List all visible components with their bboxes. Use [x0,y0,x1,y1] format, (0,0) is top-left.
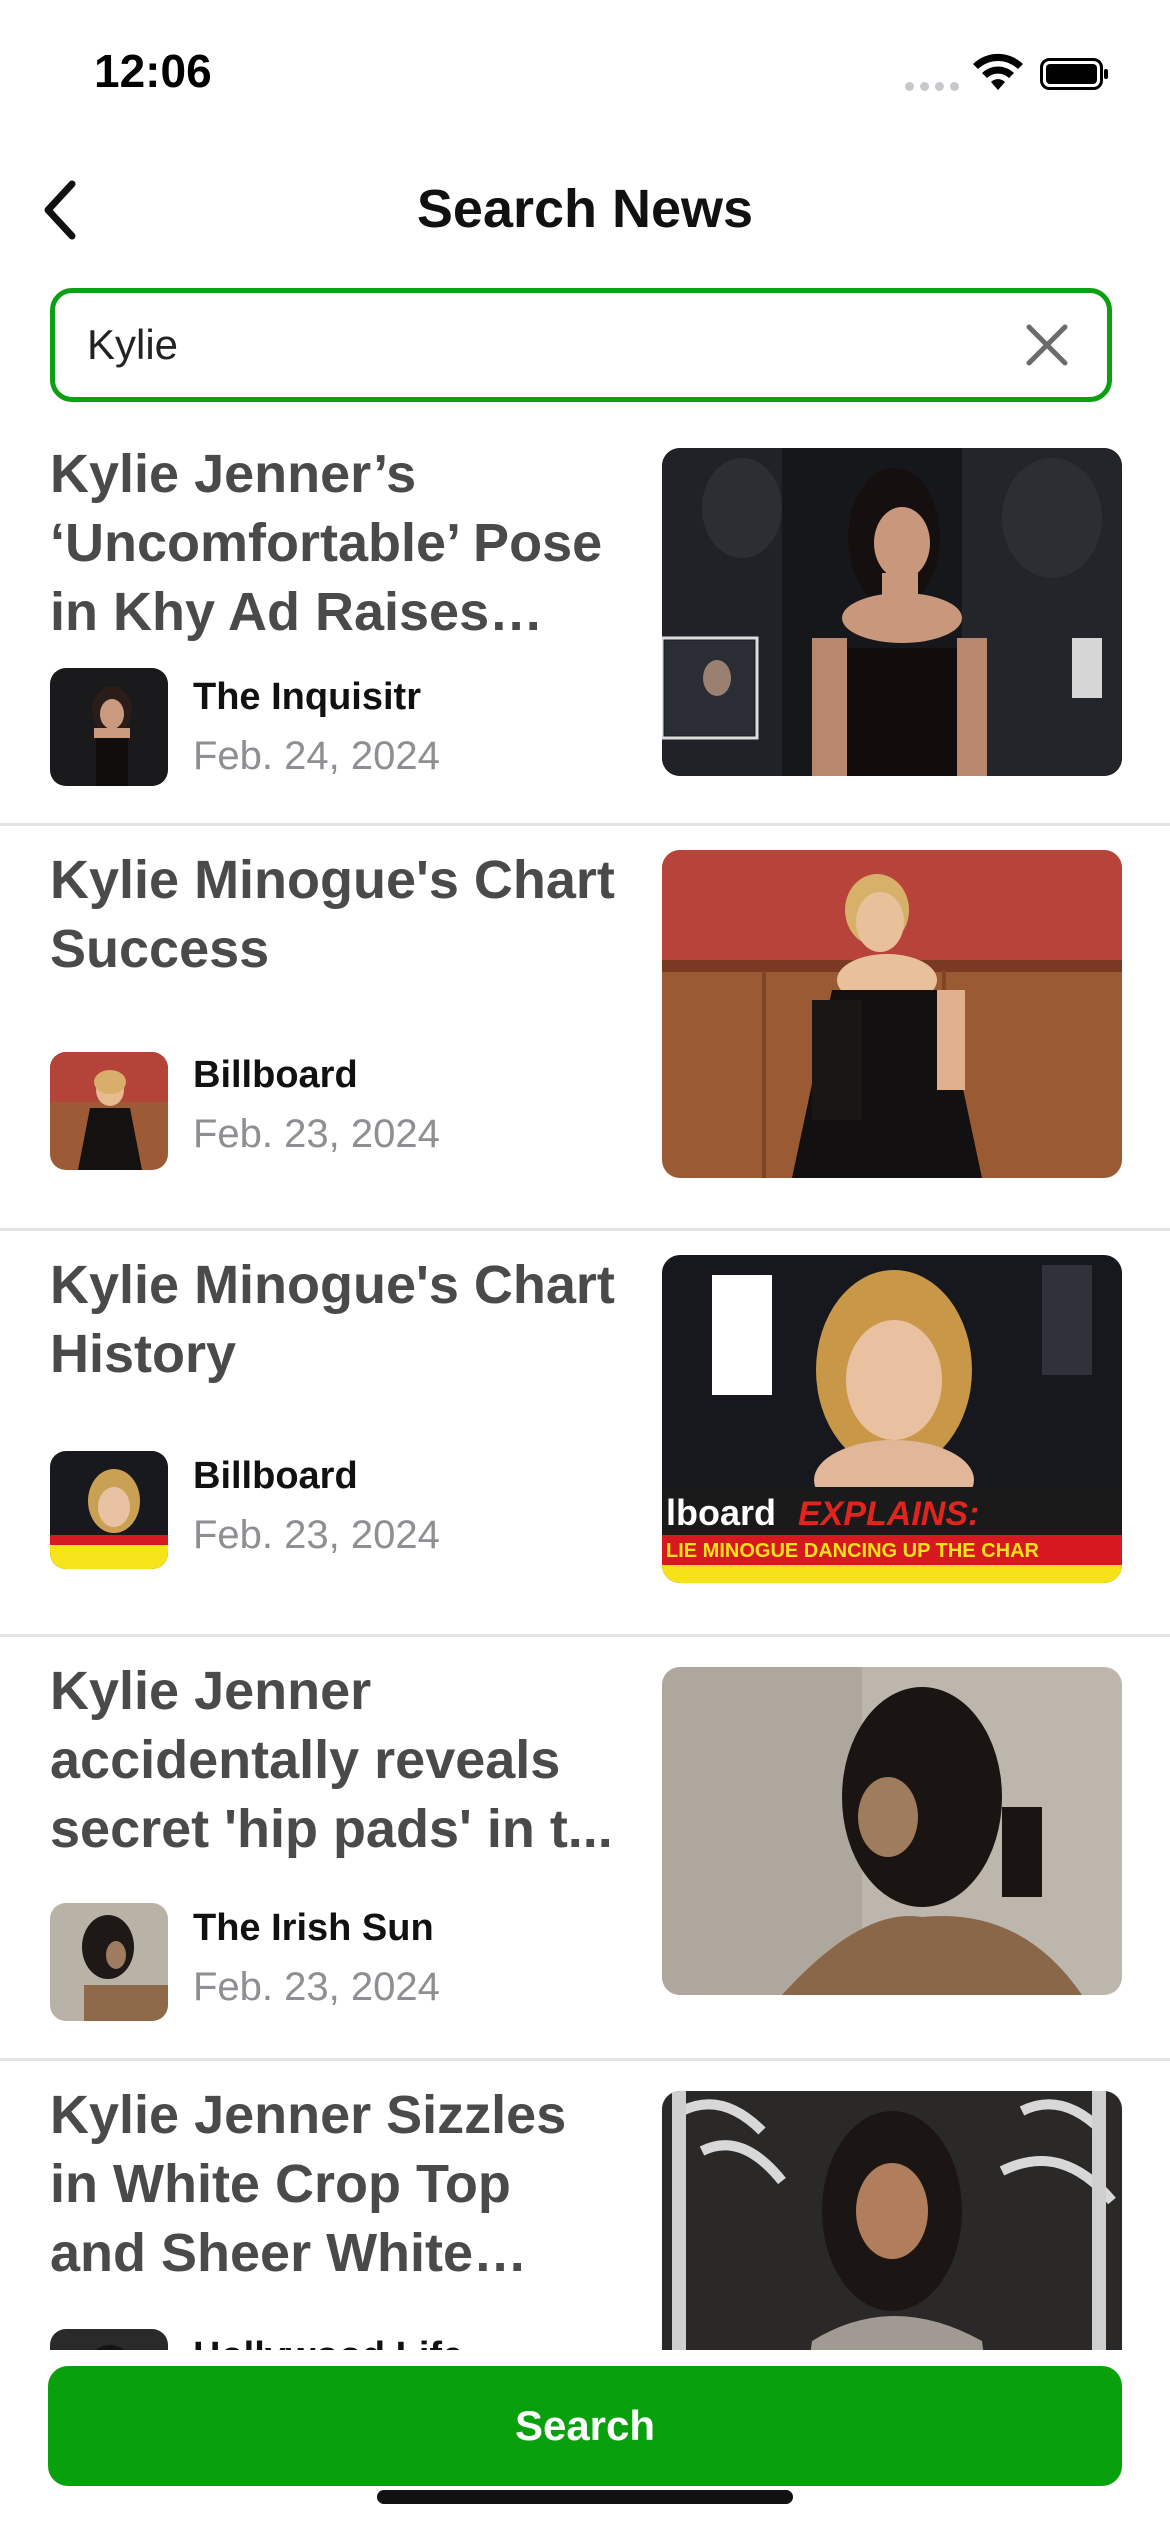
cellular-signal-icon [905,82,959,91]
bottom-bar: Search [0,2350,1170,2532]
article-title: Kylie Jenner accidentally reveals secret… [50,1661,613,1859]
article-item[interactable]: Kylie Jenner’s ‘Uncomfortable’ Pose in K… [0,420,1170,826]
article-image [662,1667,1122,1995]
source-name: Hollywood Life [193,2335,463,2350]
source-name: The Inquisitr [193,676,421,718]
article-image: lboard EXPLAINS: LIE MINOGUE DANCING UP … [662,1255,1122,1583]
article-date: Feb. 23, 2024 [193,1513,440,1557]
source-logo [50,2329,168,2350]
source-name: Billboard [193,1054,358,1096]
article-item[interactable]: Kylie Minogue's Chart Success Billboard … [0,826,1170,1231]
image-caption-text: LIE MINOGUE DANCING UP THE CHAR [666,1540,1040,1562]
article-title: Kylie Minogue's Chart History [50,1255,615,1384]
close-icon [1026,324,1068,366]
page-title: Search News [416,179,754,239]
article-date: Feb. 23, 2024 [193,1965,440,2009]
source-logo [50,1052,168,1170]
clear-search-button[interactable] [1017,315,1077,375]
status-bar: 12:06 [0,0,1170,140]
search-button[interactable]: Search [48,2366,1122,2486]
source-logo [50,1451,168,1569]
source-name: The Irish Sun [193,1907,434,1949]
article-date: Feb. 23, 2024 [193,1112,440,1156]
image-headline-text: EXPLAINS: [798,1495,979,1533]
article-image [662,850,1122,1178]
article-title: Kylie Jenner’s ‘Uncomfortable’ Pose in K… [50,444,603,642]
article-item[interactable]: Kylie Jenner accidentally reveals secret… [0,1637,1170,2061]
article-title: Kylie Jenner Sizzles in White Crop Top a… [50,2085,567,2283]
navigation-bar: Search News [0,160,1170,260]
article-image [662,2091,1122,2350]
article-item[interactable]: Kylie Minogue's Chart History Billboard … [0,1231,1170,1637]
status-time: 12:06 [94,45,212,97]
wifi-icon [973,53,1023,90]
source-name: Billboard [193,1455,358,1497]
battery-icon [1040,58,1108,90]
article-date: Feb. 24, 2024 [193,734,440,778]
results-list[interactable]: Kylie Jenner’s ‘Uncomfortable’ Pose in K… [0,420,1170,2350]
source-logo [50,1903,168,2021]
image-brand-text: lboard [666,1492,776,1533]
article-title: Kylie Minogue's Chart Success [50,850,615,979]
article-image [662,448,1122,776]
search-field[interactable] [50,288,1112,402]
search-input[interactable] [85,304,1017,386]
source-logo [50,668,168,786]
article-item[interactable]: Kylie Jenner Sizzles in White Crop Top a… [0,2061,1170,2350]
home-indicator [377,2490,793,2504]
